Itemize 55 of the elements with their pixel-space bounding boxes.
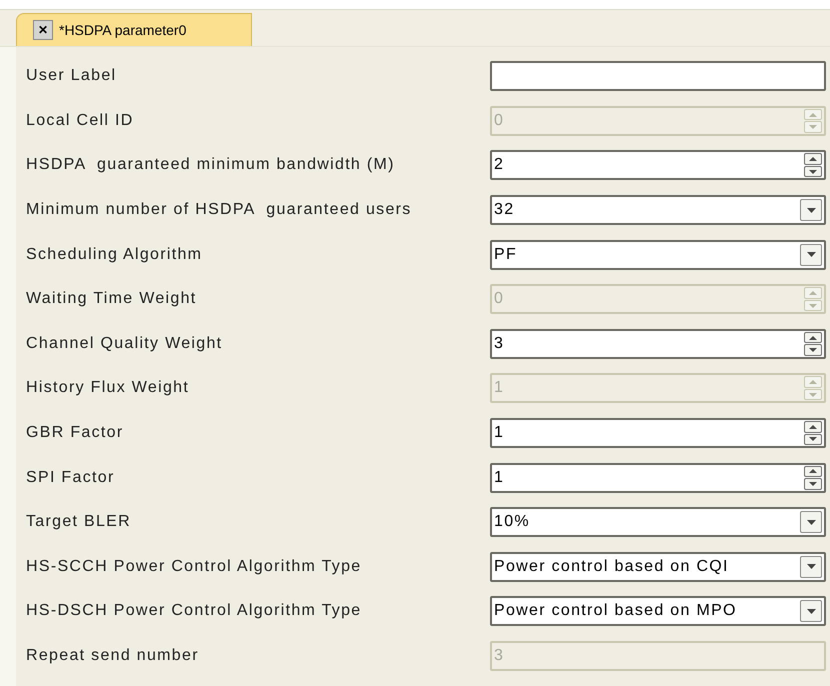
dropdown-field[interactable]: 10%	[490, 507, 826, 538]
close-button[interactable]: ✕	[33, 20, 53, 40]
dropdown-field[interactable]: PF	[490, 240, 826, 270]
up-arrow-icon	[809, 336, 817, 340]
up-arrow-icon	[809, 157, 817, 162]
caret-icon	[806, 608, 816, 614]
document-tab[interactable]: ✕ *HSDPA parameter0	[16, 13, 252, 46]
spinner-field[interactable]: 1	[490, 418, 826, 448]
down-arrow-icon	[809, 437, 817, 442]
dropdown-button[interactable]	[800, 600, 822, 622]
down-arrow-icon	[809, 348, 817, 352]
spinner-field[interactable]: 3	[490, 328, 826, 359]
spinner-field[interactable]: 1	[490, 462, 826, 493]
up-arrow-icon	[809, 380, 817, 384]
field-label: Minimum number of HSDPA guaranteed users	[25, 200, 413, 220]
dropdown-button[interactable]	[800, 556, 822, 578]
field-label: HSDPA guaranteed minimum bandwidth (M)	[25, 155, 396, 176]
field-label: Channel Quality Weight	[25, 334, 224, 354]
field-label: SPI Factor	[25, 468, 116, 488]
spinner-buttons[interactable]	[804, 332, 822, 356]
down-arrow-icon	[809, 304, 817, 308]
field-label: User Label	[25, 66, 118, 86]
up-arrow-icon	[809, 291, 817, 296]
field-label: Repeat send number	[25, 646, 200, 666]
field-label: GBR Factor	[25, 423, 124, 444]
spinner-field[interactable]: 2	[490, 150, 826, 180]
spinner-buttons[interactable]	[804, 153, 822, 178]
input-field[interactable]	[490, 61, 826, 92]
down-arrow-icon	[809, 482, 817, 486]
spinner-buttons[interactable]	[804, 421, 822, 446]
dropdown-field[interactable]: Power control based on MPO	[490, 596, 826, 626]
spinner-buttons[interactable]	[804, 466, 822, 490]
up-arrow-icon	[809, 424, 817, 429]
down-arrow-icon	[809, 170, 817, 174]
caret-icon	[806, 564, 816, 570]
tab-title: *HSDPA parameter0	[59, 20, 186, 40]
dropdown-button[interactable]	[800, 244, 822, 266]
down-arrow-icon	[809, 392, 817, 397]
up-arrow-icon	[809, 469, 817, 474]
field-label: History Flux Weight	[25, 378, 190, 398]
field-label: HS-SCCH Power Control Algorithm Type	[25, 556, 362, 577]
field-label: Scheduling Algorithm	[25, 244, 204, 265]
field-label: HS-DSCH Power Control Algorithm Type	[25, 601, 362, 622]
down-arrow-icon	[809, 125, 817, 130]
dropdown-field[interactable]: Power control based on CQI	[490, 552, 826, 582]
dropdown-field[interactable]: 32	[490, 195, 826, 226]
field-label: Waiting Time Weight	[25, 289, 198, 310]
field-label: Target BLER	[25, 512, 132, 532]
caret-icon	[806, 520, 816, 525]
up-arrow-icon	[809, 112, 817, 117]
dropdown-button[interactable]	[800, 199, 822, 222]
field-label: Local Cell ID	[25, 110, 135, 131]
dropdown-button[interactable]	[800, 511, 822, 534]
caret-icon	[806, 208, 816, 213]
caret-icon	[806, 252, 816, 258]
